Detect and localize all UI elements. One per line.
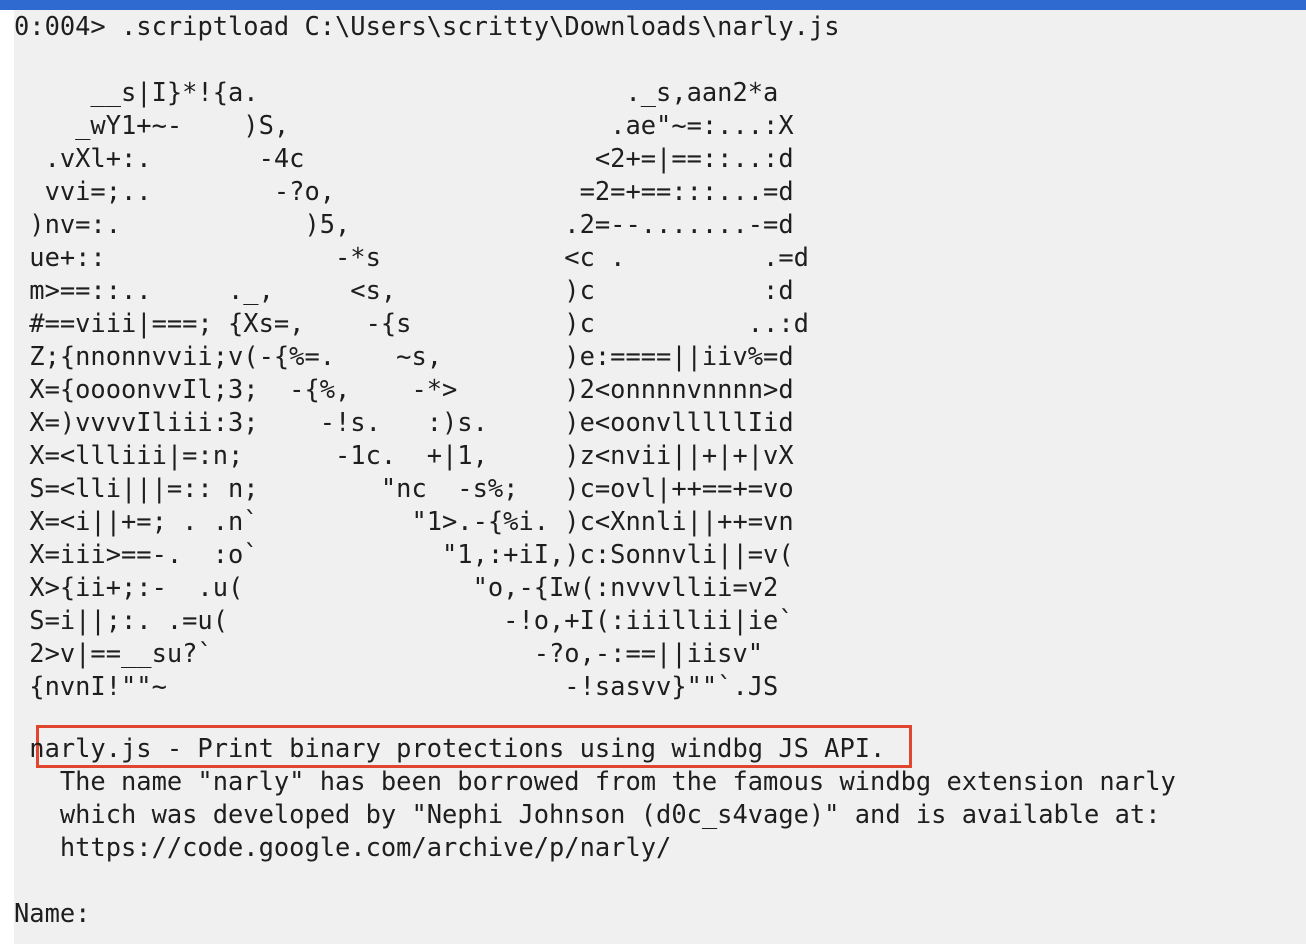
ascii-art-line: .vXl+:. -4c <2+=|==::..:d bbox=[14, 143, 794, 173]
name-label: Name: bbox=[14, 898, 91, 928]
ascii-art-line: ue+:: -*s <c . .=d bbox=[14, 242, 809, 272]
ascii-art-line: __s|I}*!{a. ._s,aan2*a bbox=[14, 77, 779, 107]
ascii-art-line: {nvnI!""~ -!sasvv}""`.JS bbox=[14, 671, 779, 701]
ascii-art-line: m>==::.. ._, <s, )c :d bbox=[14, 275, 794, 305]
ascii-art-line: X>{ii+;:- .u( "o,-{Iw(:nvvvllii=v2 bbox=[14, 572, 779, 602]
ascii-art-line: X=)vvvvIliii:3; -!s. :)s. )e<oonvlllllIi… bbox=[14, 407, 794, 437]
description-title: narly.js - Print binary protections usin… bbox=[14, 733, 886, 763]
window-title-bar bbox=[0, 0, 1306, 10]
ascii-art-line: _wY1+~- )S, .ae"~=:...:X bbox=[14, 110, 794, 140]
ascii-art-line: S=<lli|||=:: n; "nc -s%; )c=ovl|++==+=vo bbox=[14, 473, 794, 503]
ascii-art-line: #==viii|===; {Xs=, -{s )c ..:d bbox=[14, 308, 809, 338]
description-line: The name "narly" has been borrowed from … bbox=[14, 766, 1176, 796]
command-line: 0:004> .scriptload C:\Users\scritty\Down… bbox=[14, 10, 839, 43]
description-line: which was developed by "Nephi Johnson (d… bbox=[14, 799, 1161, 829]
ascii-art-line: X=<llliii|=:n; -1c. +|1, )z<nvii||+|+|vX bbox=[14, 440, 794, 470]
ascii-art-line: X={oooonvvIl;3; -{%, -*> )2<onnnnvnnnn>d bbox=[14, 374, 794, 404]
ascii-art-line: S=i||;:. .=u( -!o,+I(:iiillii|ie` bbox=[14, 605, 794, 635]
command-prompt: 0:004> bbox=[14, 11, 106, 41]
ascii-art-line: Z;{nnonnvvii;v(-{%=. ~s, )e:====||iiv%=d bbox=[14, 341, 794, 371]
debugger-command-output: 0:004> .scriptload C:\Users\scritty\Down… bbox=[14, 10, 1306, 944]
ascii-art-line: vvi=;.. -?o, =2=+==:::...=d bbox=[14, 176, 794, 206]
ascii-art-line: )nv=:. )5, .2=--.......-=d bbox=[14, 209, 794, 239]
command-text: .scriptload C:\Users\scritty\Downloads\n… bbox=[121, 11, 840, 41]
ascii-art-line: X=iii>==-. :o` "1,:+iI,)c:Sonnvli||=v( bbox=[14, 539, 794, 569]
ascii-art-line: 2>v|==__su?` -?o,-:==||iisv" bbox=[14, 638, 764, 668]
ascii-art-line: X=<i||+=; . .n` "1>.-{%i. )c<Xnnli||++=v… bbox=[14, 506, 794, 536]
description-link: https://code.google.com/archive/p/narly/ bbox=[14, 832, 672, 862]
